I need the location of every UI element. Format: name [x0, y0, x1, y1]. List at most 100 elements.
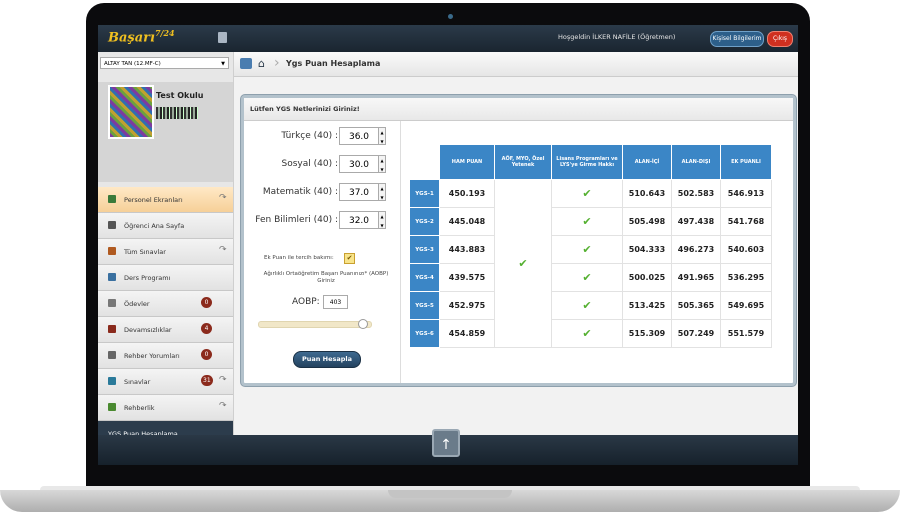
- net-field-input[interactable]: 36.0: [339, 127, 379, 145]
- lisans-cell: ✔: [551, 263, 623, 292]
- sidebar-item-label: Ödevler: [124, 300, 150, 308]
- ek-puan-checkbox[interactable]: ✔: [344, 253, 355, 264]
- net-field-row: Türkçe (40) :36.0 ▲ ▼: [244, 127, 400, 147]
- ham-puan-cell: 439.575: [439, 263, 495, 292]
- menu-item-icon: [108, 247, 116, 255]
- ham-puan-cell: 454.859: [439, 319, 495, 348]
- ek-puan-label: Ek Puan ile tercih bakımı:: [264, 255, 334, 261]
- profile-button[interactable]: Kişisel Bilgilerim: [710, 31, 764, 47]
- alan-disi-cell: 491.965: [671, 263, 721, 292]
- menu-item-icon: [108, 221, 116, 229]
- sidebar-item[interactable]: Rehber Yorumları 0: [98, 343, 233, 369]
- check-icon: ✔: [582, 187, 592, 200]
- aobp-input[interactable]: 403: [323, 295, 348, 309]
- alan-disi-cell: 507.249: [671, 319, 721, 348]
- sidebar-item[interactable]: Ders Programı: [98, 265, 233, 291]
- sidebar-item[interactable]: Personel Ekranları ↷: [98, 187, 233, 213]
- results-table: HAM PUAN AÖF, MYO, Özel Yetenek Lisans Pro…: [409, 144, 772, 348]
- ek-puan-cell: 541.768: [720, 207, 772, 236]
- net-field-label: Fen Bilimleri (40) :: [255, 215, 338, 225]
- check-icon: ✔: [582, 299, 592, 312]
- sidebar-item[interactable]: Sınavlar 31 ↷: [98, 369, 233, 395]
- print-icon[interactable]: [240, 58, 252, 69]
- net-field-label: Sosyal (40) :: [281, 159, 338, 169]
- count-badge: 0: [201, 297, 212, 308]
- score-form: Ek Puan ile tercih bakımı: ✔ Ağırlıklı O…: [244, 121, 401, 383]
- count-badge: 31: [201, 375, 213, 386]
- alan-disi-cell: 496.273: [671, 235, 721, 264]
- alan-disi-cell: 502.583: [671, 179, 721, 208]
- count-badge: 0: [201, 349, 212, 360]
- student-name-image: [156, 107, 198, 119]
- student-select[interactable]: ALTAY TAN (12.MF-C) ▼: [100, 57, 229, 69]
- net-field-input[interactable]: 32.0: [339, 211, 379, 229]
- spinner-icon[interactable]: ▲ ▼: [379, 183, 386, 201]
- sidebar: ALTAY TAN (12.MF-C) ▼ Test Okulu Personel…: [98, 52, 234, 465]
- net-field-row: Fen Bilimleri (40) :32.0 ▲ ▼: [244, 211, 400, 231]
- alan-ici-cell: 513.425: [622, 291, 672, 320]
- ek-puan-cell: 546.913: [720, 179, 772, 208]
- spinner-icon[interactable]: ▲ ▼: [379, 211, 386, 229]
- arrow-right-icon[interactable]: ↷: [219, 245, 227, 255]
- ham-puan-cell: 445.048: [439, 207, 495, 236]
- column-header: ALAN-DIŞI: [671, 144, 721, 180]
- ek-puan-cell: 536.295: [720, 263, 772, 292]
- app-logo[interactable]: Başarı7/24: [108, 28, 175, 45]
- sidebar-item-label: Rehberlik: [124, 404, 155, 412]
- sidebar-item[interactable]: Öğrenci Ana Sayfa: [98, 213, 233, 239]
- profile-card: Test Okulu: [98, 82, 233, 182]
- aof-cell: ✔: [494, 179, 552, 348]
- exit-button[interactable]: Çıkış: [767, 31, 793, 47]
- ek-puan-cell: 549.695: [720, 291, 772, 320]
- sidebar-item[interactable]: Tüm Sınavlar ↷: [98, 239, 233, 265]
- menu-icon[interactable]: [218, 32, 227, 43]
- alan-disi-cell: 497.438: [671, 207, 721, 236]
- column-header: Lisans Programları ve LYS'ye Girme Hakkı: [551, 144, 623, 180]
- table-row: YGS-4 439.575 ✔ 500.025 491.965 536.295: [409, 263, 772, 292]
- lisans-cell: ✔: [551, 235, 623, 264]
- alan-ici-cell: 504.333: [622, 235, 672, 264]
- menu-item-icon: [108, 377, 116, 385]
- net-field-input[interactable]: 30.0: [339, 155, 379, 173]
- sidebar-item[interactable]: Rehberlik ↷: [98, 395, 233, 421]
- aobp-slider[interactable]: [258, 321, 372, 328]
- aobp-description: Ağırlıklı Ortaöğretim Başarı Puanınızı* …: [263, 271, 389, 284]
- column-header: HAM PUAN: [439, 144, 495, 180]
- sidebar-item[interactable]: Ödevler 0: [98, 291, 233, 317]
- sidebar-item-label: Ders Programı: [124, 274, 171, 282]
- arrow-right-icon[interactable]: ↷: [219, 193, 227, 203]
- sidebar-item-label: Tüm Sınavlar: [124, 248, 166, 256]
- ham-puan-cell: 450.193: [439, 179, 495, 208]
- alan-ici-cell: 505.498: [622, 207, 672, 236]
- menu-item-icon: [108, 325, 116, 333]
- arrow-right-icon[interactable]: ↷: [219, 375, 227, 385]
- calculate-button[interactable]: Puan Hesapla: [293, 351, 361, 368]
- ham-puan-cell: 452.975: [439, 291, 495, 320]
- check-icon: ✔: [582, 327, 592, 340]
- spinner-icon[interactable]: ▲ ▼: [379, 155, 386, 173]
- sidebar-item-label: Rehber Yorumları: [124, 352, 180, 360]
- alan-ici-cell: 510.643: [622, 179, 672, 208]
- spinner-icon[interactable]: ▲ ▼: [379, 127, 386, 145]
- scroll-up-icon[interactable]: ↑: [432, 429, 460, 457]
- net-field-input[interactable]: 37.0: [339, 183, 379, 201]
- arrow-right-icon[interactable]: ↷: [219, 401, 227, 411]
- check-icon: ✔: [518, 257, 528, 270]
- sidebar-item-label: Sınavlar: [124, 378, 151, 386]
- avatar: [108, 85, 154, 139]
- alan-disi-cell: 505.365: [671, 291, 721, 320]
- count-badge: 4: [201, 323, 212, 334]
- column-header: EK PUANLI: [720, 144, 772, 180]
- home-icon[interactable]: ⌂: [258, 57, 265, 70]
- sidebar-item[interactable]: Devamsızlıklar 4: [98, 317, 233, 343]
- aobp-label: AOBP:: [292, 297, 320, 307]
- alan-ici-cell: 515.309: [622, 319, 672, 348]
- check-icon: ✔: [582, 271, 592, 284]
- breadcrumb: ⌂ › Ygs Puan Hesaplama: [234, 52, 798, 77]
- column-header: AÖF, MYO, Özel Yetenek: [494, 144, 552, 180]
- lisans-cell: ✔: [551, 207, 623, 236]
- lisans-cell: ✔: [551, 319, 623, 348]
- welcome-text: Hoşgeldin İLKER NAFİLE (Öğretmen): [558, 33, 676, 41]
- panel-heading: Lütfen YGS Netlerinizi Giriniz!: [244, 98, 793, 121]
- menu-item-icon: [108, 351, 116, 359]
